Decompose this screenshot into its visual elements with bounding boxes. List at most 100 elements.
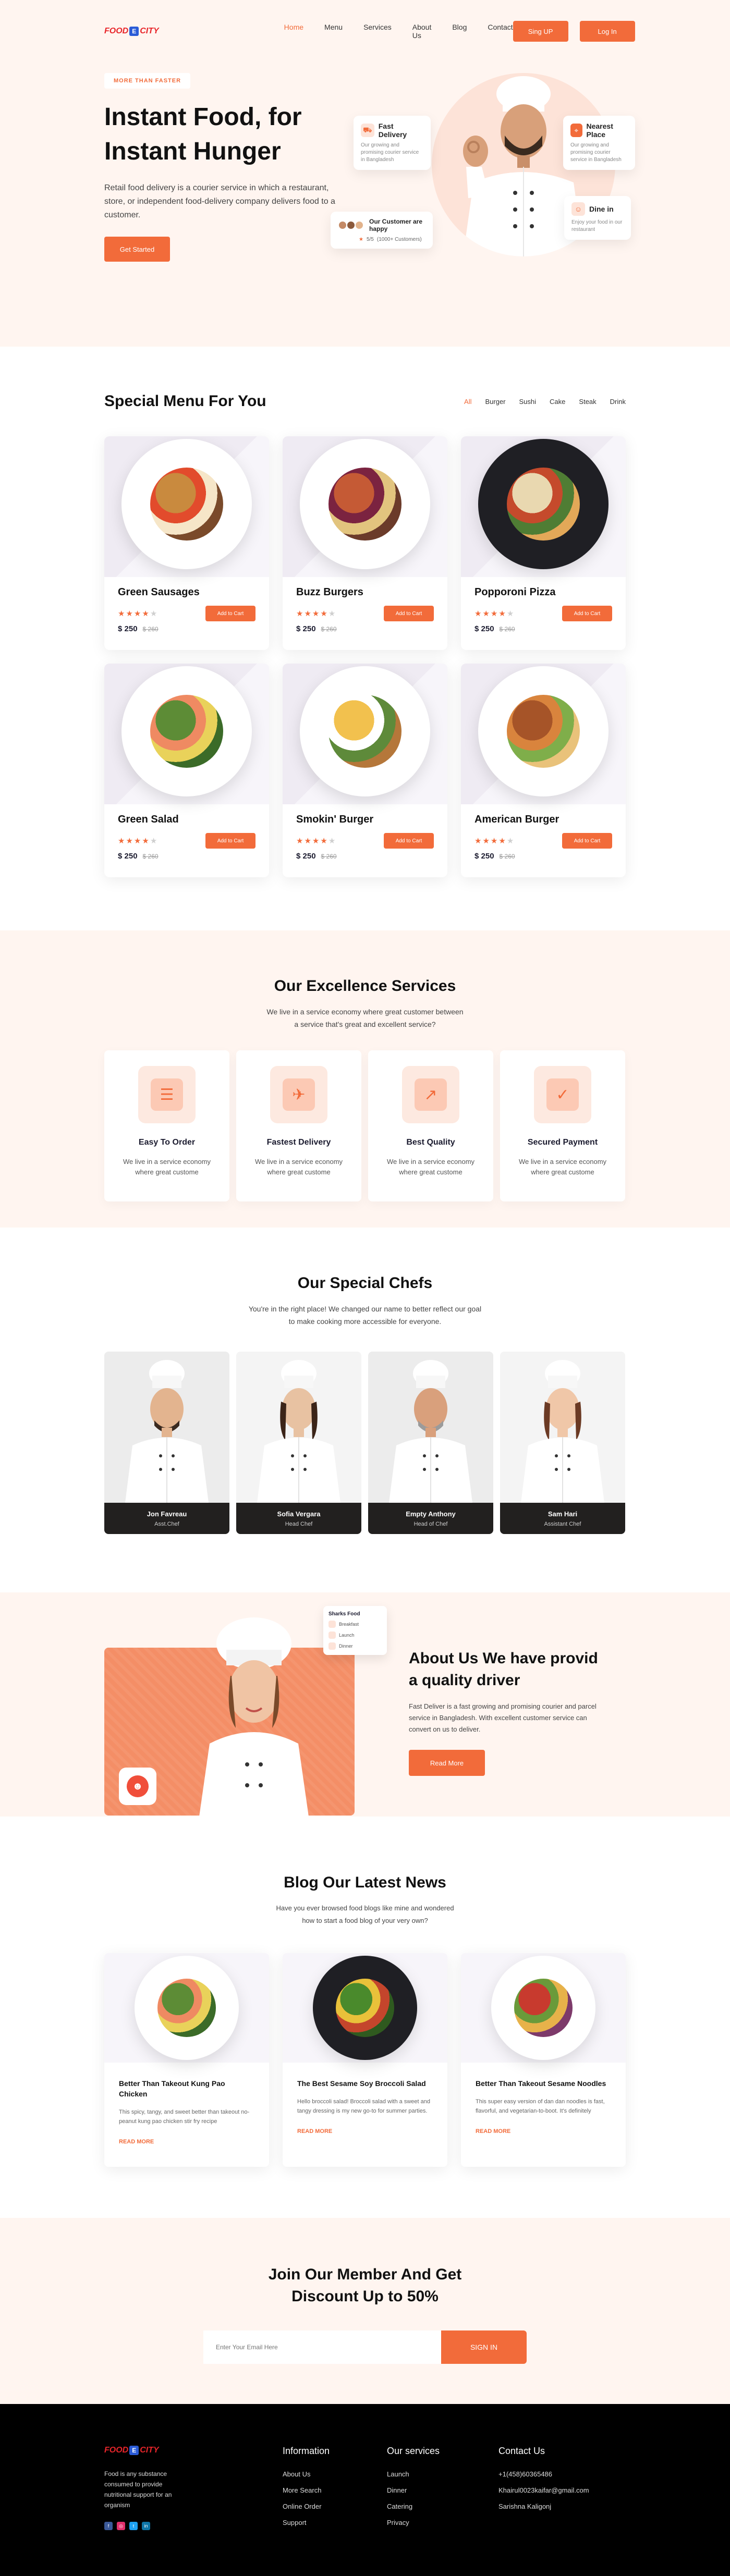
add-to-cart-button[interactable]: Add to Cart xyxy=(205,833,256,849)
blog-card[interactable]: The Best Sesame Soy Broccoli Salad Hello … xyxy=(283,1953,447,2167)
food-plate xyxy=(300,666,430,796)
menu-card[interactable]: Green Sausages ★★★★★ Add to Cart $ 250 $ 260 xyxy=(104,436,269,650)
logo-text-right: CITY xyxy=(140,27,159,35)
nav-link-about-us[interactable]: About Us xyxy=(412,23,432,40)
blog-card[interactable]: Better Than Takeout Sesame Noodles This s… xyxy=(461,1953,626,2167)
logo[interactable]: FOOD E CITY xyxy=(104,27,159,36)
blog-image xyxy=(461,1953,626,2063)
service-text: We live in a service economy where great… xyxy=(123,1158,211,1176)
about-section: Sharks Food Breakfast Launch Dinner ☻ Abou… xyxy=(0,1592,730,1817)
footer-logo[interactable]: FOOD E CITY xyxy=(104,2446,177,2455)
meal-icon xyxy=(328,1632,336,1639)
add-to-cart-button[interactable]: Add to Cart xyxy=(205,606,256,621)
signup-button[interactable]: Sing UP xyxy=(513,21,568,42)
chef-card[interactable]: Sofia Vergara Head Chef xyxy=(236,1352,361,1534)
star-icon: ★ xyxy=(498,837,507,845)
star-icon: ★ xyxy=(304,837,312,845)
service-title: Easy To Order xyxy=(138,1138,196,1147)
about-description: Fast Deliver is a fast growing and promi… xyxy=(409,1702,597,1733)
instagram-icon[interactable]: ◎ xyxy=(117,2522,125,2530)
get-started-button[interactable]: Get Started xyxy=(104,237,170,262)
chef-name: Jon Favreau xyxy=(147,1510,187,1518)
about-title: About Us We have provid a quality driver xyxy=(409,1650,598,1689)
blog-post-title[interactable]: The Best Sesame Soy Broccoli Salad xyxy=(297,2078,433,2089)
linkedin-icon[interactable]: in xyxy=(142,2522,150,2530)
blog-post-title[interactable]: Better Than Takeout Kung Pao Chicken xyxy=(119,2078,254,2099)
login-button[interactable]: Log In xyxy=(579,21,635,42)
sign-in-button[interactable]: SIGN IN xyxy=(441,2330,527,2364)
facebook-icon[interactable]: f xyxy=(104,2522,113,2530)
chef-photo xyxy=(257,1360,340,1503)
nav-link-menu[interactable]: Menu xyxy=(324,23,343,40)
blog-subtitle: Have you ever browsed food blogs like mi… xyxy=(276,1904,454,1924)
chefs-subtitle: You're in the right place! We changed ou… xyxy=(248,1305,482,1326)
nav-link-blog[interactable]: Blog xyxy=(452,23,467,40)
filter-steak[interactable]: Steak xyxy=(579,398,596,406)
add-to-cart-button[interactable]: Add to Cart xyxy=(384,606,434,621)
filter-all[interactable]: All xyxy=(464,398,471,406)
footer-info-link[interactable]: Online Order xyxy=(283,2503,330,2510)
menu-card[interactable]: Smokin' Burger ★★★★★ Add to Cart $ 250 $ 260 xyxy=(283,664,447,877)
read-more-link[interactable]: READ MORE xyxy=(119,2139,254,2145)
filter-sushi[interactable]: Sushi xyxy=(519,398,537,406)
mini-row-label: Dinner xyxy=(339,1643,353,1649)
menu-item-name: Green Sausages xyxy=(118,586,200,598)
nav-link-contact[interactable]: Contact xyxy=(488,23,513,40)
filter-drink[interactable]: Drink xyxy=(610,398,626,406)
chefs-title: Our Special Chefs xyxy=(297,1274,433,1292)
footer-about: Food is any substance consumed to provid… xyxy=(104,2470,172,2509)
add-to-cart-button[interactable]: Add to Cart xyxy=(384,833,434,849)
menu-card[interactable]: American Burger ★★★★★ Add to Cart $ 250 $ 26… xyxy=(461,664,626,877)
chef-card[interactable]: Empty Anthony Head of Chef xyxy=(368,1352,493,1534)
footer-services-heading: Our services xyxy=(387,2446,440,2456)
star-icon: ★ xyxy=(506,837,515,845)
chef-photo xyxy=(125,1360,209,1503)
filter-burger[interactable]: Burger xyxy=(485,398,505,406)
menu-card[interactable]: Popporoni Pizza ★★★★★ Add to Cart $ 250 $ 26… xyxy=(461,436,626,650)
blog-card[interactable]: Better Than Takeout Kung Pao Chicken This… xyxy=(104,1953,269,2167)
footer-info-link[interactable]: More Search xyxy=(283,2486,330,2494)
menu-card[interactable]: Green Salad ★★★★★ Add to Cart $ 250 $ 260 xyxy=(104,664,269,877)
footer-service-link[interactable]: Catering xyxy=(387,2503,440,2510)
menu-item-name: American Burger xyxy=(475,814,559,825)
filter-cake[interactable]: Cake xyxy=(550,398,565,406)
chef-photo xyxy=(389,1360,472,1503)
menu-card[interactable]: Buzz Burgers ★★★★★ Add to Cart $ 250 $ 260 xyxy=(283,436,447,650)
blog-post-title[interactable]: Better Than Takeout Sesame Noodles xyxy=(476,2078,611,2089)
rating-stars: ★★★★★ xyxy=(475,609,515,618)
star-icon: ★ xyxy=(304,609,312,618)
food-plate xyxy=(121,438,252,569)
about-mini-card: Sharks Food Breakfast Launch Dinner xyxy=(323,1606,387,1655)
footer-service-link[interactable]: Dinner xyxy=(387,2486,440,2494)
nav-link-home[interactable]: Home xyxy=(284,23,303,40)
logo-text-left: FOOD xyxy=(104,27,129,35)
chef-card[interactable]: Sam Hari Assistant Chef xyxy=(500,1352,625,1534)
twitter-icon[interactable]: t xyxy=(129,2522,138,2530)
add-to-cart-button[interactable]: Add to Cart xyxy=(562,606,612,621)
star-icon: ★ xyxy=(328,609,337,618)
read-more-button[interactable]: Read More xyxy=(409,1750,485,1776)
read-more-link[interactable]: READ MORE xyxy=(476,2128,611,2135)
app-badge: ☻ xyxy=(119,1768,156,1805)
footer-contact-item[interactable]: Sarishna Kaligonj xyxy=(498,2503,589,2510)
services-grid: ☰ Easy To Order We live in a service econo… xyxy=(104,1050,626,1201)
footer-info-link[interactable]: About Us xyxy=(283,2470,330,2478)
mini-card-title: Sharks Food xyxy=(328,1611,360,1617)
about-chef-image xyxy=(199,1617,309,1817)
email-input[interactable] xyxy=(203,2330,441,2364)
old-price: $ 260 xyxy=(499,853,515,860)
menu-title: Special Menu For You xyxy=(104,392,266,410)
read-more-link[interactable]: READ MORE xyxy=(297,2128,433,2135)
footer-service-link[interactable]: Privacy xyxy=(387,2519,440,2526)
add-to-cart-button[interactable]: Add to Cart xyxy=(562,833,612,849)
chef-card[interactable]: Jon Favreau Asst.Chef xyxy=(104,1352,229,1534)
chart-up-icon: ↗ xyxy=(415,1078,447,1111)
footer-service-link[interactable]: Launch xyxy=(387,2470,440,2478)
footer-contact-item[interactable]: +1(458)60365486 xyxy=(498,2470,589,2478)
footer-contact-item[interactable]: Khairul0023kaifar@gmail.com xyxy=(498,2486,589,2494)
footer-info-link[interactable]: Support xyxy=(283,2519,330,2526)
nav-link-services[interactable]: Services xyxy=(363,23,392,40)
join-section: Join Our Member And Get Discount Up to 5… xyxy=(0,2218,730,2404)
star-icon: ★ xyxy=(296,609,305,618)
nav-links: Home Menu Services About Us Blog Contact xyxy=(284,23,513,40)
